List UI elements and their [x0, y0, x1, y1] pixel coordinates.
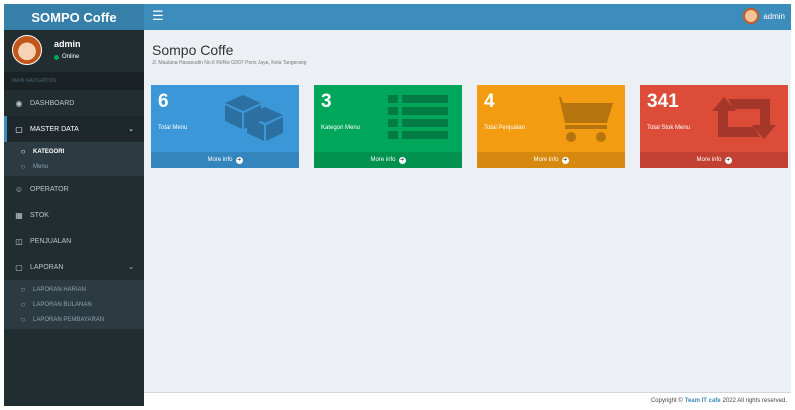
chevron-down-icon: ⌄	[128, 264, 134, 271]
footer: Copyright © Team IT cafe 2022 All rights…	[144, 392, 791, 408]
master-data-submenu: ○ KATEGORI ○ Menu	[4, 142, 144, 176]
more-info-link[interactable]: More info ➜	[640, 152, 788, 168]
sidebar-subitem-label: Menu	[33, 163, 49, 170]
user-status: Online	[54, 54, 79, 60]
retweet-icon	[712, 97, 776, 139]
folder-icon: ▢	[15, 262, 23, 272]
cart-icon	[549, 97, 613, 142]
sidebar-subitem-label: KATEGORI	[33, 148, 65, 155]
folder-icon: ▢	[15, 124, 23, 134]
footer-copyright: Copyright ©	[650, 397, 683, 404]
stat-box-total-stok-menu: 341 Total Stok Menu More info ➜	[640, 85, 788, 168]
circle-icon: ○	[20, 300, 26, 309]
avatar	[12, 35, 42, 65]
arrow-circle-right-icon: ➜	[724, 156, 732, 164]
stat-value: 6	[158, 91, 169, 112]
user-name: admin	[54, 39, 81, 49]
sidebar-subitem-laporan-harian[interactable]: ○ LAPORAN HARIAN	[4, 282, 144, 297]
sidebar-item-label: DASHBOARD	[30, 99, 75, 107]
arrow-circle-right-icon: ➜	[561, 156, 569, 164]
stat-box-total-menu: 6 Total Menu More info ➜	[151, 85, 299, 168]
page-subtitle: Jl. Maulana Hasanudin No.6 Rt/Rw 02/07 P…	[152, 60, 307, 66]
stat-box-total-penjualan: 4 Total Penjualan More info ➜	[477, 85, 625, 168]
main-content: Sompo Coffe Jl. Maulana Hasanudin No.6 R…	[144, 30, 791, 392]
top-navbar: ☰ admin	[144, 4, 791, 30]
stat-value: 341	[647, 91, 679, 112]
sidebar: admin Online MAIN NAVIGATION ◉ DASHBOARD…	[4, 30, 144, 406]
sidebar-subitem-label: LAPORAN BULANAN	[33, 301, 92, 308]
stat-label: Total Menu	[158, 125, 188, 131]
sidebar-subitem-label: LAPORAN HARIAN	[33, 286, 87, 293]
user-panel: admin Online	[4, 30, 144, 72]
sidebar-item-dashboard[interactable]: ◉ DASHBOARD	[4, 90, 144, 116]
dashboard-icon: ◉	[15, 98, 23, 108]
more-info-link[interactable]: More info ➜	[314, 152, 462, 168]
sidebar-subitem-laporan-bulanan[interactable]: ○ LAPORAN BULANAN	[4, 297, 144, 312]
user-menu[interactable]: admin	[743, 8, 785, 24]
sidebar-item-label: PENJUALAN	[30, 237, 72, 245]
chevron-down-icon: ⌄	[128, 126, 134, 133]
stat-box-kategori-menu: 3 Kategori Menu More info ➜	[314, 85, 462, 168]
nav-header: MAIN NAVIGATION	[4, 72, 144, 90]
cubes-icon	[225, 95, 283, 141]
circle-icon: ○	[20, 285, 26, 294]
user-status-label: Online	[62, 54, 80, 60]
more-info-label: More info	[207, 157, 233, 163]
sidebar-item-label: OPERATOR	[30, 185, 69, 193]
sidebar-item-operator[interactable]: ☺ OPERATOR	[4, 176, 144, 202]
circle-icon: ○	[20, 162, 26, 171]
sidebar-item-label: STOK	[30, 211, 49, 219]
sidebar-item-label: LAPORAN	[30, 263, 64, 271]
stat-label: Kategori Menu	[321, 125, 361, 131]
sidebar-item-master-data[interactable]: ▢ MASTER DATA ⌄	[4, 116, 144, 142]
cart-icon: ◫	[15, 236, 23, 246]
list-icon	[388, 95, 448, 139]
sidebar-item-penjualan[interactable]: ◫ PENJUALAN	[4, 228, 144, 254]
sidebar-subitem-menu[interactable]: ○ Menu	[4, 159, 144, 174]
sidebar-subitem-laporan-pembayaran[interactable]: ○ LAPORAN PEMBAYARAN	[4, 312, 144, 327]
footer-team-link[interactable]: Team IT cafe	[685, 398, 721, 404]
stat-value: 3	[321, 91, 332, 112]
cubes-icon: ▦	[15, 210, 23, 220]
sidebar-item-laporan[interactable]: ▢ LAPORAN ⌄	[4, 254, 144, 280]
arrow-circle-right-icon: ➜	[235, 156, 243, 164]
user-menu-name: admin	[763, 11, 785, 21]
arrow-circle-right-icon: ➜	[398, 156, 406, 164]
sidebar-item-label: MASTER DATA	[30, 125, 79, 133]
circle-icon: ○	[20, 147, 26, 156]
hamburger-icon[interactable]: ☰	[152, 9, 164, 23]
more-info-label: More info	[533, 157, 559, 163]
stat-label: Total Stok Menu	[647, 125, 691, 131]
footer-rights: 2022 All rights reserved.	[722, 397, 787, 404]
stat-label: Total Penjualan	[484, 125, 526, 131]
more-info-label: More info	[696, 157, 722, 163]
more-info-link[interactable]: More info ➜	[151, 152, 299, 168]
app-logo[interactable]: SOMPO Coffe	[4, 4, 144, 30]
stat-value: 4	[484, 91, 495, 112]
page-title: Sompo Coffe	[152, 42, 234, 58]
sidebar-subitem-kategori[interactable]: ○ KATEGORI	[4, 144, 144, 159]
sidebar-item-stok[interactable]: ▦ STOK	[4, 202, 144, 228]
more-info-label: More info	[370, 157, 396, 163]
user-circle-icon: ☺	[14, 184, 24, 194]
laporan-submenu: ○ LAPORAN HARIAN ○ LAPORAN BULANAN ○ LAP…	[4, 280, 144, 329]
more-info-link[interactable]: More info ➜	[477, 152, 625, 168]
avatar	[743, 8, 760, 24]
sidebar-subitem-label: LAPORAN PEMBAYARAN	[33, 316, 105, 323]
online-dot-icon	[54, 54, 59, 60]
circle-icon: ○	[20, 315, 26, 324]
